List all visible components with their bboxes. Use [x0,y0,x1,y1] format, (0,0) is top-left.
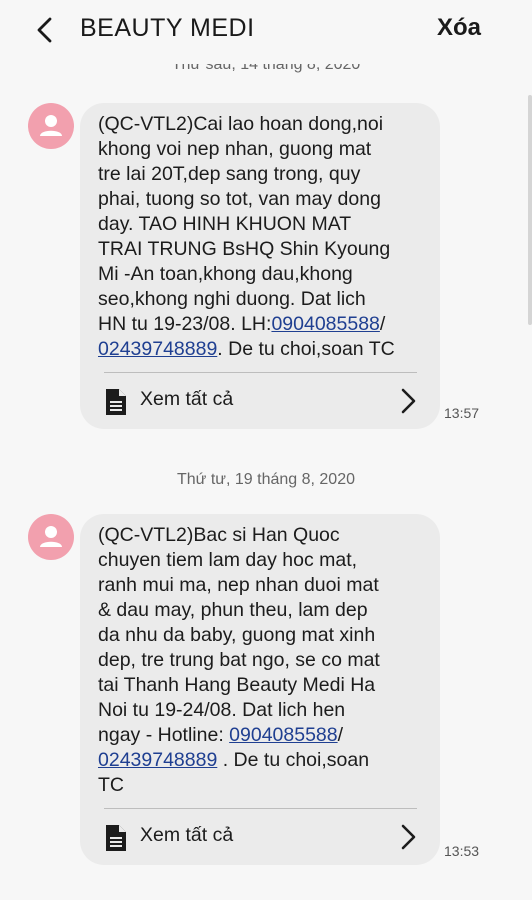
person-icon [40,115,62,136]
message-bubble[interactable]: (QC-VTL2)Bac si Han Quoc chuyen tiem lam… [80,514,440,865]
message-body: (QC-VTL2)Cai lao hoan dong,noi khong voi… [98,113,391,335]
back-arrow-icon[interactable] [28,12,64,48]
message-text: (QC-VTL2)Cai lao hoan dong,noi khong voi… [80,103,440,362]
view-all-button[interactable]: Xem tất cả [80,809,440,865]
scrollbar[interactable] [528,95,532,325]
separator-text: / [379,313,386,335]
view-all-label: Xem tất cả [140,824,234,846]
view-all-label: Xem tất cả [140,388,234,410]
message-time: 13:53 [444,843,480,859]
document-icon [106,825,126,851]
delete-button[interactable]: Xóa [437,14,481,42]
message-bubble[interactable]: (QC-VTL2)Cai lao hoan dong,noi khong voi… [80,103,440,429]
app-header: BEAUTY MEDI Xóa [0,0,532,60]
person-icon [40,526,62,547]
message-body: (QC-VTL2)Bac si Han Quoc chuyen tiem lam… [98,524,380,746]
avatar[interactable] [28,103,74,149]
phone-link[interactable]: 02439748889 [98,749,217,771]
phone-link[interactable]: 0904085588 [229,724,337,746]
message-body-tail: . De tu choi,soan TC [217,338,395,360]
separator-text: / [337,724,344,746]
chevron-right-icon [401,824,416,850]
view-all-button[interactable]: Xem tất cả [80,373,440,429]
avatar[interactable] [28,514,74,560]
conversation-title: BEAUTY MEDI [80,14,255,42]
phone-link[interactable]: 0904085588 [271,313,379,335]
document-icon [106,389,126,415]
message-text: (QC-VTL2)Bac si Han Quoc chuyen tiem lam… [80,514,440,798]
phone-link[interactable]: 02439748889 [98,338,217,360]
message-time: 13:57 [444,405,480,421]
chevron-right-icon [401,388,416,414]
date-separator: Thứ tư, 19 tháng 8, 2020 [177,471,355,488]
